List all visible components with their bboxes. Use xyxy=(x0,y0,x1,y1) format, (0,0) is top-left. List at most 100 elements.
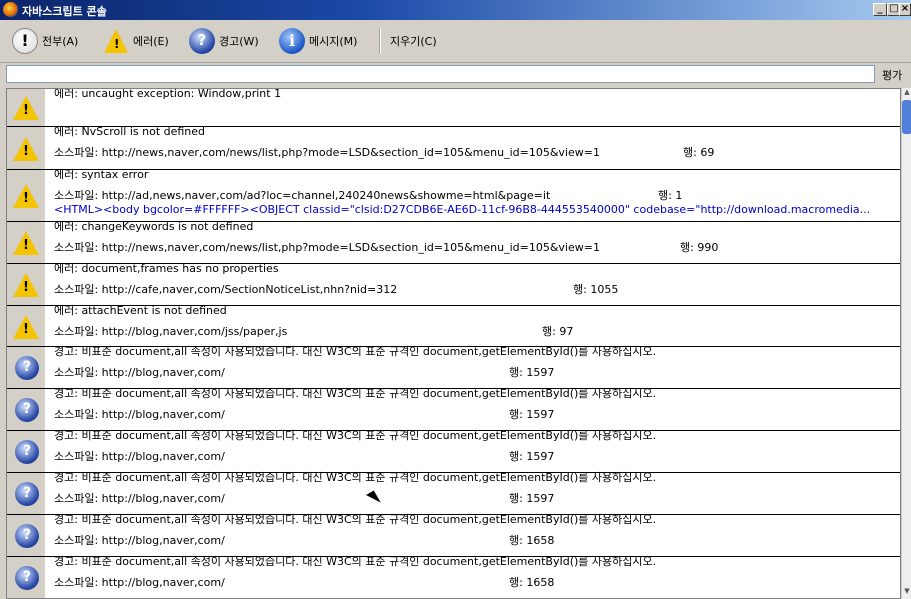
entry-message: 에러: uncaught exception: Window,print 1 xyxy=(54,88,282,100)
warning-triangle-icon xyxy=(13,137,39,161)
entry-source-file[interactable]: 소스파일: http://news,naver,com/news/list,ph… xyxy=(54,241,600,254)
entry-icon-cell xyxy=(7,347,45,388)
filter-warnings-label: 경고(W) xyxy=(219,35,259,48)
entry-source-file[interactable]: 소스파일: http://blog,naver,com/ xyxy=(54,492,225,505)
console-toolbar: 전부(A) ! 에러(E) 경고(W) 메시지(M) 지우기(C) xyxy=(0,20,911,63)
vertical-scrollbar[interactable]: ▲ ▼ xyxy=(901,88,911,599)
question-icon xyxy=(15,566,39,590)
info-icon xyxy=(279,28,305,54)
eval-bar: 평가 xyxy=(0,63,911,87)
entry-line-number: 행: 97 xyxy=(542,325,574,338)
warning-triangle-icon xyxy=(13,273,39,297)
entry-icon-cell xyxy=(7,473,45,514)
entry-source-file[interactable]: 소스파일: http://blog,naver,com/ xyxy=(54,534,225,547)
entry-icon-cell xyxy=(7,264,45,305)
filter-warnings-button[interactable]: 경고(W) xyxy=(189,27,259,55)
warning-triangle-icon: ! xyxy=(103,28,129,54)
warning-triangle-icon xyxy=(13,184,39,208)
entry-icon-cell xyxy=(7,431,45,472)
entry-source-file[interactable]: 소스파일: http://blog,naver,com/ xyxy=(54,576,225,589)
entry-line-number: 행: 1055 xyxy=(573,283,619,296)
entry-line-number: 행: 1658 xyxy=(509,576,555,589)
entry-source-file[interactable]: 소스파일: http://ad,news,naver,com/ad?loc=ch… xyxy=(54,189,550,202)
firefox-app-icon xyxy=(3,2,18,17)
entry-icon-cell xyxy=(7,127,45,169)
error-entry[interactable]: 에러: changeKeywords is not defined 소스파일: h… xyxy=(7,220,900,264)
entry-source-file[interactable]: 소스파일: http://blog,naver,com/ xyxy=(54,408,225,421)
toolbar-separator xyxy=(379,28,381,54)
filter-all-button[interactable]: 전부(A) xyxy=(12,27,78,55)
question-icon xyxy=(15,440,39,464)
filter-messages-label: 메시지(M) xyxy=(309,35,358,48)
entry-icon-cell xyxy=(7,515,45,556)
entry-icon-cell xyxy=(7,306,45,346)
console-message-list[interactable]: 에러: uncaught exception: Window,print 1 에러… xyxy=(6,88,901,599)
entry-source-file[interactable]: 소스파일: http://blog,naver,com/ xyxy=(54,450,225,463)
warning-entry[interactable]: 경고: 비표준 document,all 속성이 사용되었습니다. 대신 W3C… xyxy=(7,555,900,598)
scroll-down-arrow-icon[interactable]: ▼ xyxy=(902,587,911,599)
warning-entry[interactable]: 경고: 비표준 document,all 속성이 사용되었습니다. 대신 W3C… xyxy=(7,513,900,557)
warning-entry[interactable]: 경고: 비표준 document,all 속성이 사용되었습니다. 대신 W3C… xyxy=(7,387,900,431)
entry-line-number: 행: 1597 xyxy=(509,408,555,421)
entry-message: 경고: 비표준 document,all 속성이 사용되었습니다. 대신 W3C… xyxy=(54,345,657,358)
error-entry[interactable]: 에러: uncaught exception: Window,print 1 xyxy=(7,89,900,127)
warning-triangle-icon xyxy=(13,315,39,339)
warning-triangle-icon xyxy=(13,96,39,120)
evaluate-button[interactable]: 평가 xyxy=(882,67,902,83)
entry-message: 에러: document,frames has no properties xyxy=(54,262,279,275)
entry-icon-cell xyxy=(7,389,45,430)
entry-message: 경고: 비표준 document,all 속성이 사용되었습니다. 대신 W3C… xyxy=(54,513,657,526)
error-entry[interactable]: 에러: syntax error 소스파일: http://ad,news,nav… xyxy=(7,168,900,222)
entry-source-code: <HTML><body bgcolor=#FFFFFF><OBJECT clas… xyxy=(54,203,871,216)
entry-line-number: 행: 990 xyxy=(680,241,719,254)
entry-message: 에러: attachEvent is not defined xyxy=(54,304,227,317)
entry-message: 에러: NvScroll is not defined xyxy=(54,125,206,138)
warning-triangle-icon xyxy=(13,231,39,255)
entry-source-file[interactable]: 소스파일: http://blog,naver,com/jss/paper,js xyxy=(54,325,287,338)
exclamation-icon xyxy=(12,28,38,54)
entry-icon-cell xyxy=(7,222,45,263)
filter-all-label: 전부(A) xyxy=(42,35,79,48)
window-title: 자바스크립트 콘솔 xyxy=(22,5,107,18)
clear-button[interactable]: 지우기(C) xyxy=(386,27,437,55)
entry-line-number: 행: 1658 xyxy=(509,534,555,547)
entry-line-number: 행: 1597 xyxy=(509,450,555,463)
eval-input[interactable] xyxy=(6,65,875,83)
error-entry[interactable]: 에러: document,frames has no properties 소스파… xyxy=(7,262,900,306)
entry-message: 경고: 비표준 document,all 속성이 사용되었습니다. 대신 W3C… xyxy=(54,471,657,484)
warning-entry[interactable]: 경고: 비표준 document,all 속성이 사용되었습니다. 대신 W3C… xyxy=(7,429,900,473)
warning-entry[interactable]: 경고: 비표준 document,all 속성이 사용되었습니다. 대신 W3C… xyxy=(7,471,900,515)
filter-errors-label: 에러(E) xyxy=(133,35,169,48)
entry-line-number: 행: 1597 xyxy=(509,366,555,379)
entry-line-number: 행: 69 xyxy=(683,146,715,159)
entry-source-file[interactable]: 소스파일: http://blog,naver,com/ xyxy=(54,366,225,379)
entry-line-number: 행: 1 xyxy=(658,189,683,202)
entry-message: 경고: 비표준 document,all 속성이 사용되었습니다. 대신 W3C… xyxy=(54,387,657,400)
clear-label: 지우기(C) xyxy=(390,35,437,48)
entry-message: 경고: 비표준 document,all 속성이 사용되었습니다. 대신 W3C… xyxy=(54,555,657,568)
minimize-button[interactable]: _ xyxy=(873,3,887,16)
question-icon xyxy=(15,398,39,422)
entry-line-number: 행: 1597 xyxy=(509,492,555,505)
filter-errors-button[interactable]: ! 에러(E) xyxy=(103,27,169,55)
entry-icon-cell xyxy=(7,89,45,126)
entry-icon-cell xyxy=(7,170,45,221)
entry-message: 에러: syntax error xyxy=(54,168,149,181)
question-icon xyxy=(189,28,215,54)
entry-source-file[interactable]: 소스파일: http://news,naver,com/news/list,ph… xyxy=(54,146,600,159)
entry-message: 에러: changeKeywords is not defined xyxy=(54,220,254,233)
scroll-thumb[interactable] xyxy=(902,100,911,134)
entry-icon-cell xyxy=(7,557,45,598)
filter-messages-button[interactable]: 메시지(M) xyxy=(279,27,357,55)
entry-source-file[interactable]: 소스파일: http://cafe,naver,com/SectionNotic… xyxy=(54,283,397,296)
warning-entry[interactable]: 경고: 비표준 document,all 속성이 사용되었습니다. 대신 W3C… xyxy=(7,345,900,389)
error-entry[interactable]: 에러: attachEvent is not defined 소스파일: http… xyxy=(7,304,900,347)
question-icon xyxy=(15,356,39,380)
title-bar: 자바스크립트 콘솔 _ □ × xyxy=(0,0,911,20)
scroll-up-arrow-icon[interactable]: ▲ xyxy=(902,88,911,100)
question-icon xyxy=(15,524,39,548)
question-icon xyxy=(15,482,39,506)
close-button[interactable]: × xyxy=(899,3,911,16)
error-entry[interactable]: 에러: NvScroll is not defined 소스파일: http://… xyxy=(7,125,900,170)
entry-message: 경고: 비표준 document,all 속성이 사용되었습니다. 대신 W3C… xyxy=(54,429,657,442)
